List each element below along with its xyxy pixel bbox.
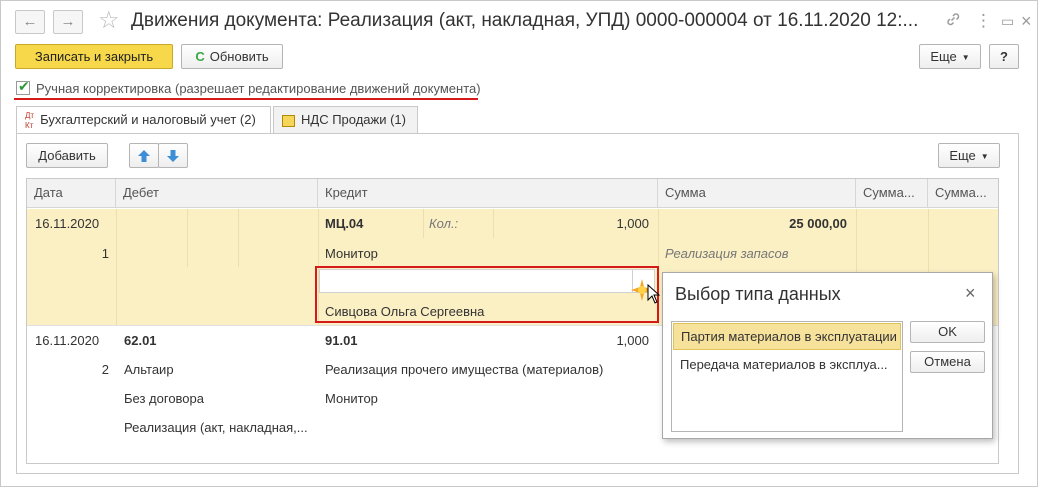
close-icon[interactable]: ×	[965, 283, 976, 304]
column-divider	[493, 209, 494, 238]
help-button[interactable]: ?	[989, 44, 1019, 69]
row1-qty-label: Кол.:	[429, 216, 459, 231]
add-button[interactable]: Добавить	[26, 143, 108, 168]
row2-credit-subconto-1[interactable]: Реализация прочего имущества (материалов…	[325, 362, 603, 377]
arrow-down-icon	[167, 150, 179, 162]
row1-qty[interactable]: 1,000	[499, 216, 649, 231]
list-item-selected[interactable]: Партия материалов в эксплуатации	[673, 323, 901, 350]
row2-credit-subconto-2[interactable]: Монитор	[325, 391, 378, 406]
debit-credit-icon: Дт Кт	[25, 110, 35, 130]
more-menu-button[interactable]: Еще ▼	[919, 44, 981, 69]
document-movements-window: ← → ☆ Движения документа: Реализация (ак…	[0, 0, 1038, 487]
column-divider	[187, 209, 188, 267]
chevron-down-icon: ▼	[961, 53, 970, 63]
column-header-date[interactable]: Дата	[27, 179, 116, 208]
highlight-underline	[14, 98, 478, 100]
more-vertical-icon[interactable]: ⋮	[975, 11, 992, 31]
mouse-pointer-icon	[647, 284, 661, 304]
table-header: Дата Дебет Кредит Сумма Сумма... Сумма..…	[27, 179, 998, 208]
arrow-right-icon: →	[60, 13, 76, 30]
forward-button[interactable]: →	[53, 10, 83, 34]
row2-qty[interactable]: 1,000	[499, 333, 649, 348]
title-bar: ← → ☆ Движения документа: Реализация (ак…	[1, 1, 1037, 41]
arrow-up-icon	[138, 150, 150, 162]
column-divider	[116, 209, 117, 325]
row2-credit-account[interactable]: 91.01	[325, 333, 358, 348]
tab-vat-sales[interactable]: НДС Продажи (1)	[273, 106, 418, 133]
favorite-star-icon[interactable]: ☆	[98, 7, 120, 35]
maximize-icon[interactable]: ▭	[1001, 11, 1014, 31]
row2-date[interactable]: 16.11.2020	[35, 333, 99, 348]
column-divider	[423, 209, 424, 238]
row2-number: 2	[101, 362, 109, 377]
column-divider	[238, 209, 239, 267]
column-header-amount[interactable]: Сумма	[658, 179, 856, 208]
list-item[interactable]: Передача материалов в эксплуа...	[673, 352, 901, 379]
chevron-down-icon: ▼	[980, 152, 989, 162]
row2-debit-subconto-1[interactable]: Альтаир	[124, 362, 174, 377]
refresh-icon: C	[195, 49, 205, 64]
row1-number: 1	[101, 246, 109, 261]
cancel-button[interactable]: Отмена	[910, 351, 985, 373]
row1-content[interactable]: Реализация запасов	[665, 246, 788, 261]
tab-accounting[interactable]: Дт Кт Бухгалтерский и налоговый учет (2)	[16, 106, 271, 134]
manual-adjust-checkbox[interactable]: ✔	[16, 78, 30, 95]
save-and-close-button[interactable]: Записать и закрыть	[15, 44, 173, 69]
data-type-list[interactable]: Партия материалов в эксплуатации Передач…	[671, 321, 903, 432]
row2-debit-subconto-2[interactable]: Без договора	[124, 391, 204, 406]
column-header-amount-2[interactable]: Сумма...	[856, 179, 928, 208]
row2-debit-account[interactable]: 62.01	[124, 333, 157, 348]
move-up-button[interactable]	[129, 143, 159, 168]
tab-accounting-label: Бухгалтерский и налоговый учет (2)	[40, 112, 256, 127]
back-button[interactable]: ←	[15, 10, 45, 34]
row1-date[interactable]: 16.11.2020	[35, 216, 99, 231]
link-icon[interactable]	[945, 11, 961, 32]
row1-credit-account[interactable]: МЦ.04	[325, 216, 363, 231]
row1-amount[interactable]: 25 000,00	[663, 216, 847, 231]
highlight-frame	[315, 266, 659, 323]
manual-adjust-label[interactable]: Ручная корректировка (разрешает редактир…	[36, 81, 481, 96]
panel-more-menu-button[interactable]: Еще ▼	[938, 143, 1000, 168]
tab-vat-sales-label: НДС Продажи (1)	[301, 112, 406, 127]
column-header-debit[interactable]: Дебет	[116, 179, 318, 208]
row1-credit-subconto-1[interactable]: Монитор	[325, 246, 378, 261]
register-icon	[282, 114, 295, 127]
column-header-credit[interactable]: Кредит	[318, 179, 658, 208]
data-type-dialog: Выбор типа данных × Партия материалов в …	[662, 272, 993, 439]
window-title: Движения документа: Реализация (акт, нак…	[131, 10, 919, 31]
row2-debit-subconto-3[interactable]: Реализация (акт, накладная,...	[124, 420, 308, 435]
ok-button[interactable]: OK	[910, 321, 985, 343]
close-icon[interactable]: ×	[1021, 11, 1032, 31]
panel-more-label: Еще	[949, 148, 976, 163]
refresh-label: Обновить	[209, 49, 269, 64]
column-header-amount-3[interactable]: Сумма...	[928, 179, 998, 208]
more-label: Еще	[930, 49, 957, 64]
arrow-left-icon: ←	[22, 13, 38, 30]
refresh-button[interactable]: C Обновить	[181, 44, 283, 69]
dialog-title: Выбор типа данных	[675, 284, 841, 304]
checkmark-icon: ✔	[18, 78, 30, 94]
move-down-button[interactable]	[158, 143, 188, 168]
